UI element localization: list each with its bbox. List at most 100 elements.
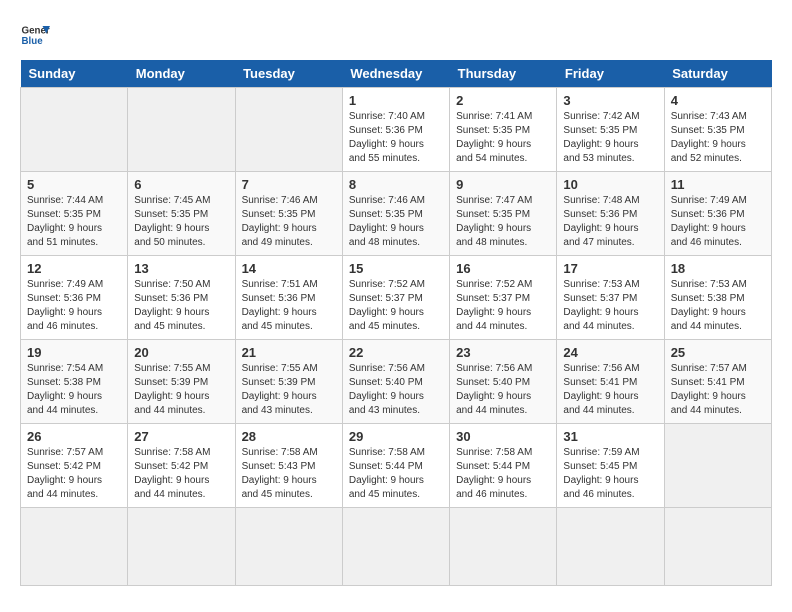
calendar-cell: 26Sunrise: 7:57 AM Sunset: 5:42 PM Dayli…	[21, 424, 128, 508]
calendar-cell: 10Sunrise: 7:48 AM Sunset: 5:36 PM Dayli…	[557, 172, 664, 256]
day-number: 1	[349, 93, 443, 108]
calendar-cell: 15Sunrise: 7:52 AM Sunset: 5:37 PM Dayli…	[342, 256, 449, 340]
day-info: Sunrise: 7:52 AM Sunset: 5:37 PM Dayligh…	[349, 278, 443, 334]
day-info: Sunrise: 7:52 AM Sunset: 5:37 PM Dayligh…	[456, 278, 550, 334]
calendar-row: 19 Sunrise: 7:54 AM Sunset: 5:38 PM Dayli…	[21, 340, 772, 424]
calendar-cell: 25 Sunrise: 7:57 AM Sunset: 5:41 PM Dayli…	[664, 340, 771, 424]
day-number: 30	[456, 429, 550, 444]
day-info: Sunrise: 7:58 AM Sunset: 5:44 PM Dayligh…	[456, 446, 550, 502]
calendar-row: 26Sunrise: 7:57 AM Sunset: 5:42 PM Dayli…	[21, 424, 772, 508]
calendar-cell	[450, 508, 557, 586]
svg-text:Blue: Blue	[22, 36, 44, 47]
calendar-cell: 4Sunrise: 7:43 AM Sunset: 5:35 PM Daylig…	[664, 88, 771, 172]
day-number: 3	[563, 93, 657, 108]
day-number: 27	[134, 429, 228, 444]
calendar-cell: 8 Sunrise: 7:46 AM Sunset: 5:35 PM Daylig…	[342, 172, 449, 256]
day-info: Sunrise: 7:56 AM Sunset: 5:40 PM Dayligh…	[456, 362, 550, 418]
calendar-cell	[557, 508, 664, 586]
calendar-cell: 16 Sunrise: 7:52 AM Sunset: 5:37 PM Dayli…	[450, 256, 557, 340]
calendar-cell: 9 Sunrise: 7:47 AM Sunset: 5:35 PM Daylig…	[450, 172, 557, 256]
calendar-cell: 22Sunrise: 7:56 AM Sunset: 5:40 PM Dayli…	[342, 340, 449, 424]
calendar-cell	[664, 424, 771, 508]
calendar-cell: 19 Sunrise: 7:54 AM Sunset: 5:38 PM Dayli…	[21, 340, 128, 424]
calendar-cell: 14Sunrise: 7:51 AM Sunset: 5:36 PM Dayli…	[235, 256, 342, 340]
calendar-cell: 20Sunrise: 7:55 AM Sunset: 5:39 PM Dayli…	[128, 340, 235, 424]
day-info: Sunrise: 7:47 AM Sunset: 5:35 PM Dayligh…	[456, 194, 550, 250]
calendar-cell	[342, 508, 449, 586]
calendar-cell: 30 Sunrise: 7:58 AM Sunset: 5:44 PM Dayli…	[450, 424, 557, 508]
weekday-header-saturday: Saturday	[664, 60, 771, 88]
day-info: Sunrise: 7:49 AM Sunset: 5:36 PM Dayligh…	[671, 194, 765, 250]
day-number: 12	[27, 261, 121, 276]
weekday-header-wednesday: Wednesday	[342, 60, 449, 88]
day-number: 13	[134, 261, 228, 276]
calendar-cell: 29Sunrise: 7:58 AM Sunset: 5:44 PM Dayli…	[342, 424, 449, 508]
day-number: 21	[242, 345, 336, 360]
day-info: Sunrise: 7:40 AM Sunset: 5:36 PM Dayligh…	[349, 110, 443, 166]
calendar-cell	[235, 508, 342, 586]
day-info: Sunrise: 7:56 AM Sunset: 5:41 PM Dayligh…	[563, 362, 657, 418]
day-number: 20	[134, 345, 228, 360]
day-number: 23	[456, 345, 550, 360]
day-number: 8	[349, 177, 443, 192]
day-info: Sunrise: 7:53 AM Sunset: 5:38 PM Dayligh…	[671, 278, 765, 334]
day-info: Sunrise: 7:45 AM Sunset: 5:35 PM Dayligh…	[134, 194, 228, 250]
calendar-cell: 3 Sunrise: 7:42 AM Sunset: 5:35 PM Daylig…	[557, 88, 664, 172]
day-number: 18	[671, 261, 765, 276]
calendar-cell: 11Sunrise: 7:49 AM Sunset: 5:36 PM Dayli…	[664, 172, 771, 256]
day-info: Sunrise: 7:42 AM Sunset: 5:35 PM Dayligh…	[563, 110, 657, 166]
logo-icon: General Blue	[20, 20, 50, 50]
day-number: 28	[242, 429, 336, 444]
calendar-cell: 27 Sunrise: 7:58 AM Sunset: 5:42 PM Dayli…	[128, 424, 235, 508]
calendar-cell: 1 Sunrise: 7:40 AM Sunset: 5:36 PM Daylig…	[342, 88, 449, 172]
day-number: 25	[671, 345, 765, 360]
weekday-header-thursday: Thursday	[450, 60, 557, 88]
calendar-cell: 24 Sunrise: 7:56 AM Sunset: 5:41 PM Dayli…	[557, 340, 664, 424]
day-number: 19	[27, 345, 121, 360]
calendar-cell: 31 Sunrise: 7:59 AM Sunset: 5:45 PM Dayli…	[557, 424, 664, 508]
calendar-cell: 18 Sunrise: 7:53 AM Sunset: 5:38 PM Dayli…	[664, 256, 771, 340]
day-info: Sunrise: 7:58 AM Sunset: 5:42 PM Dayligh…	[134, 446, 228, 502]
weekday-header-friday: Friday	[557, 60, 664, 88]
day-info: Sunrise: 7:46 AM Sunset: 5:35 PM Dayligh…	[349, 194, 443, 250]
calendar-cell	[21, 508, 128, 586]
day-info: Sunrise: 7:54 AM Sunset: 5:38 PM Dayligh…	[27, 362, 121, 418]
calendar-cell	[664, 508, 771, 586]
day-number: 24	[563, 345, 657, 360]
day-number: 17	[563, 261, 657, 276]
day-number: 6	[134, 177, 228, 192]
calendar-cell: 21 Sunrise: 7:55 AM Sunset: 5:39 PM Dayli…	[235, 340, 342, 424]
day-info: Sunrise: 7:46 AM Sunset: 5:35 PM Dayligh…	[242, 194, 336, 250]
day-number: 16	[456, 261, 550, 276]
calendar-table: SundayMondayTuesdayWednesdayThursdayFrid…	[20, 60, 772, 586]
calendar-cell: 13 Sunrise: 7:50 AM Sunset: 5:36 PM Dayli…	[128, 256, 235, 340]
day-number: 2	[456, 93, 550, 108]
day-info: Sunrise: 7:57 AM Sunset: 5:41 PM Dayligh…	[671, 362, 765, 418]
calendar-header-row: SundayMondayTuesdayWednesdayThursdayFrid…	[21, 60, 772, 88]
calendar-body: 1 Sunrise: 7:40 AM Sunset: 5:36 PM Daylig…	[21, 88, 772, 586]
day-number: 14	[242, 261, 336, 276]
day-info: Sunrise: 7:58 AM Sunset: 5:44 PM Dayligh…	[349, 446, 443, 502]
day-info: Sunrise: 7:41 AM Sunset: 5:35 PM Dayligh…	[456, 110, 550, 166]
calendar-cell	[128, 88, 235, 172]
calendar-cell: 17Sunrise: 7:53 AM Sunset: 5:37 PM Dayli…	[557, 256, 664, 340]
calendar-row: 1 Sunrise: 7:40 AM Sunset: 5:36 PM Daylig…	[21, 88, 772, 172]
day-info: Sunrise: 7:58 AM Sunset: 5:43 PM Dayligh…	[242, 446, 336, 502]
day-number: 31	[563, 429, 657, 444]
calendar-cell	[128, 508, 235, 586]
calendar-cell: 12 Sunrise: 7:49 AM Sunset: 5:36 PM Dayli…	[21, 256, 128, 340]
day-number: 9	[456, 177, 550, 192]
day-info: Sunrise: 7:48 AM Sunset: 5:36 PM Dayligh…	[563, 194, 657, 250]
day-info: Sunrise: 7:57 AM Sunset: 5:42 PM Dayligh…	[27, 446, 121, 502]
day-info: Sunrise: 7:49 AM Sunset: 5:36 PM Dayligh…	[27, 278, 121, 334]
day-info: Sunrise: 7:43 AM Sunset: 5:35 PM Dayligh…	[671, 110, 765, 166]
day-info: Sunrise: 7:50 AM Sunset: 5:36 PM Dayligh…	[134, 278, 228, 334]
weekday-header-sunday: Sunday	[21, 60, 128, 88]
weekday-header-monday: Monday	[128, 60, 235, 88]
calendar-cell	[235, 88, 342, 172]
day-info: Sunrise: 7:55 AM Sunset: 5:39 PM Dayligh…	[242, 362, 336, 418]
calendar-cell	[21, 88, 128, 172]
day-info: Sunrise: 7:59 AM Sunset: 5:45 PM Dayligh…	[563, 446, 657, 502]
page-header: General Blue	[20, 20, 772, 50]
day-number: 5	[27, 177, 121, 192]
